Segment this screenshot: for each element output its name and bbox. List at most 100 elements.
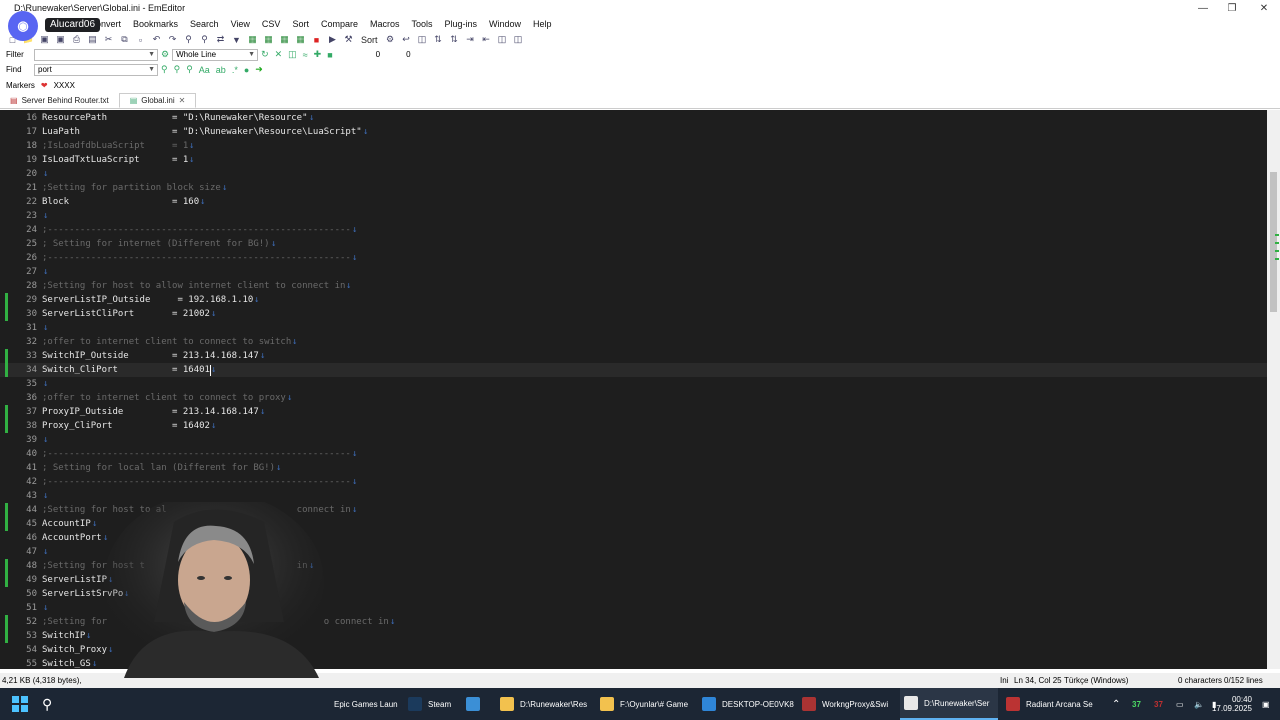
save-icon[interactable]: ▣ xyxy=(38,34,51,46)
outdent-icon[interactable]: ⇤ xyxy=(480,34,493,46)
marker-item[interactable]: XXXX xyxy=(54,81,75,90)
taskbar-explorer-oyunlar[interactable]: F:\Oyunlar\# Game xyxy=(600,688,698,720)
taskbar-app-icon[interactable] xyxy=(466,688,494,720)
taskbar-remote-desktop[interactable]: DESKTOP-OE0VK8 xyxy=(702,688,798,720)
tools-icon[interactable]: ⚒ xyxy=(342,34,355,46)
menu-item[interactable]: Bookmarks xyxy=(133,19,178,29)
close-button[interactable]: ✕ xyxy=(1248,0,1280,16)
find-icon[interactable]: ⚲ xyxy=(182,34,195,46)
editor-line[interactable]: 40 ;-------------------------------------… xyxy=(0,447,1267,461)
tray-chevron-icon[interactable]: ⌃ xyxy=(1112,688,1120,720)
redo-icon[interactable]: ↷ xyxy=(166,34,179,46)
menu-item[interactable]: Compare xyxy=(321,19,358,29)
find-prev-icon[interactable]: ⚲ xyxy=(174,64,181,75)
csv2-icon[interactable]: ▦ xyxy=(262,34,275,46)
filter-before-count[interactable]: 0 xyxy=(376,50,380,59)
replace-icon[interactable]: ⇄ xyxy=(214,34,227,46)
editor-line[interactable]: 24 ;-------------------------------------… xyxy=(0,223,1267,237)
taskbar-epic-games[interactable]: Epic Games Laun xyxy=(334,688,404,720)
sort-desc-icon[interactable]: ⇅ xyxy=(448,34,461,46)
editor-line[interactable]: 28 ;Setting for host to allow internet cl… xyxy=(0,279,1267,293)
editor-line[interactable]: 34 Switch_CliPort = 16401 ↓ xyxy=(0,363,1267,377)
csv-icon[interactable]: ▦ xyxy=(246,34,259,46)
chevron-down-icon[interactable]: ▼ xyxy=(148,65,155,75)
editor-line[interactable]: 37 ProxyIP_Outside = 213.14.168.147 ↓ xyxy=(0,405,1267,419)
menu-item[interactable]: CSV xyxy=(262,19,281,29)
close-tab-icon[interactable]: ✕ xyxy=(179,96,186,105)
tab-global-ini[interactable]: ▤ Global.ini ✕ xyxy=(118,93,197,108)
tab-server-behind-router[interactable]: ▤ Server Behind Router.txt xyxy=(0,93,119,108)
menu-item[interactable]: View xyxy=(231,19,250,29)
menu-item[interactable]: Help xyxy=(533,19,552,29)
editor-line[interactable]: 36 ;offer to internet client to connect t… xyxy=(0,391,1267,405)
menu-item[interactable]: Sort xyxy=(292,19,309,29)
indent-icon[interactable]: ⇥ xyxy=(464,34,477,46)
refresh-icon[interactable]: ↻ xyxy=(261,49,269,60)
cursor-position[interactable]: Ln 34, Col 25 xyxy=(1014,676,1062,685)
filter-case-icon[interactable]: ⚙ xyxy=(161,49,169,60)
play-macro-icon[interactable]: ▶ xyxy=(326,34,339,46)
notification-icon[interactable]: ▣ xyxy=(1262,688,1270,720)
wrap-icon[interactable]: ↩ xyxy=(400,34,413,46)
editor-line[interactable]: 22 Block = 160 ↓ xyxy=(0,195,1267,209)
taskbar-emeditor[interactable]: D:\Runewaker\Ser xyxy=(900,688,998,720)
find-highlight-icon[interactable]: ● xyxy=(244,65,249,75)
find-close-icon[interactable]: ➜ xyxy=(255,64,263,75)
taskbar-explorer-runewaker[interactable]: D:\Runewaker\Res xyxy=(500,688,598,720)
filter-after-count[interactable]: 0 xyxy=(406,50,410,59)
split-icon[interactable]: ◫ xyxy=(512,34,525,46)
editor-line[interactable]: 32 ;offer to internet client to connect t… xyxy=(0,335,1267,349)
network-icon[interactable]: ▭ xyxy=(1176,688,1184,720)
editor-line[interactable]: 41 ; Setting for local lan (Different for… xyxy=(0,461,1267,475)
editor-line[interactable]: 25 ; Setting for internet (Different for … xyxy=(0,237,1267,251)
taskbar-radiant-arcana[interactable]: Radiant Arcana Se xyxy=(1002,688,1098,720)
filter-icon[interactable]: ▼ xyxy=(230,34,243,46)
filter-lock-icon[interactable]: ■ xyxy=(327,50,332,60)
maximize-button[interactable]: ❐ xyxy=(1216,0,1248,16)
editor-line[interactable]: 42 ;-------------------------------------… xyxy=(0,475,1267,489)
record-macro-icon[interactable]: ■ xyxy=(310,34,323,46)
menu-item[interactable]: Macros xyxy=(370,19,400,29)
find-word-icon[interactable]: ab xyxy=(216,65,226,75)
find-regex-icon[interactable]: .* xyxy=(232,65,238,75)
windows-start-icon[interactable] xyxy=(12,688,28,720)
taskbar-working-proxy[interactable]: WorkngProxy&Swi xyxy=(802,688,898,720)
clock[interactable]: 00:40 17.09.2025 xyxy=(1212,688,1252,720)
editor-line[interactable]: 17 LuaPath = "D:\Runewaker\Resource\LuaSc… xyxy=(0,125,1267,139)
sort-asc-icon[interactable]: ⇅ xyxy=(432,34,445,46)
filter-mode-select[interactable]: Whole Line ▼ xyxy=(172,48,259,61)
filter-regex-icon[interactable]: ≈ xyxy=(303,50,308,60)
find-next-icon[interactable]: ⚲ xyxy=(161,64,168,75)
clear-filter-icon[interactable]: ✕ xyxy=(275,49,283,60)
menu-item[interactable]: Tools xyxy=(411,19,432,29)
menu-item[interactable]: Plug-ins xyxy=(445,19,478,29)
editor-line[interactable]: 31 ↓ xyxy=(0,321,1267,335)
paste-icon[interactable]: ▫ xyxy=(134,34,147,46)
cut-icon[interactable]: ✂ xyxy=(102,34,115,46)
print-icon[interactable]: ⎙ xyxy=(70,34,83,46)
editor-line[interactable]: 30 ServerListCliPort = 21002 ↓ xyxy=(0,307,1267,321)
editor-line[interactable]: 35 ↓ xyxy=(0,377,1267,391)
save-all-icon[interactable]: ▣ xyxy=(54,34,67,46)
editor-line[interactable]: 16 ResourcePath = "D:\Runewaker\Resource"… xyxy=(0,111,1267,125)
search-icon[interactable]: ⚲ xyxy=(42,688,52,720)
editor-line[interactable]: 38 Proxy_CliPort = 16402 ↓ xyxy=(0,419,1267,433)
chevron-down-icon[interactable]: ▼ xyxy=(248,50,255,60)
filter-options-icon[interactable]: ◫ xyxy=(288,49,297,60)
editor-line[interactable]: 26 ;-------------------------------------… xyxy=(0,251,1267,265)
editor-line[interactable]: 20 ↓ xyxy=(0,167,1267,181)
copy-icon[interactable]: ⧉ xyxy=(118,34,131,46)
preview-icon[interactable]: ▤ xyxy=(86,34,99,46)
compare-icon[interactable]: ◫ xyxy=(496,34,509,46)
find-next-icon[interactable]: ⚲ xyxy=(198,34,211,46)
columns-icon[interactable]: ◫ xyxy=(416,34,429,46)
csv4-icon[interactable]: ▦ xyxy=(294,34,307,46)
taskbar-steam[interactable]: Steam xyxy=(408,688,466,720)
menu-item[interactable]: Window xyxy=(489,19,521,29)
filter-input[interactable]: ▼ xyxy=(34,48,158,61)
encoding[interactable]: Türkçe (Windows) xyxy=(1064,676,1128,685)
editor-line[interactable]: 19 IsLoadTxtLuaScript = 1 ↓ xyxy=(0,153,1267,167)
vertical-scrollbar[interactable] xyxy=(1267,110,1280,669)
find-all-icon[interactable]: ⚲ xyxy=(186,64,193,75)
editor-line[interactable]: 27 ↓ xyxy=(0,265,1267,279)
